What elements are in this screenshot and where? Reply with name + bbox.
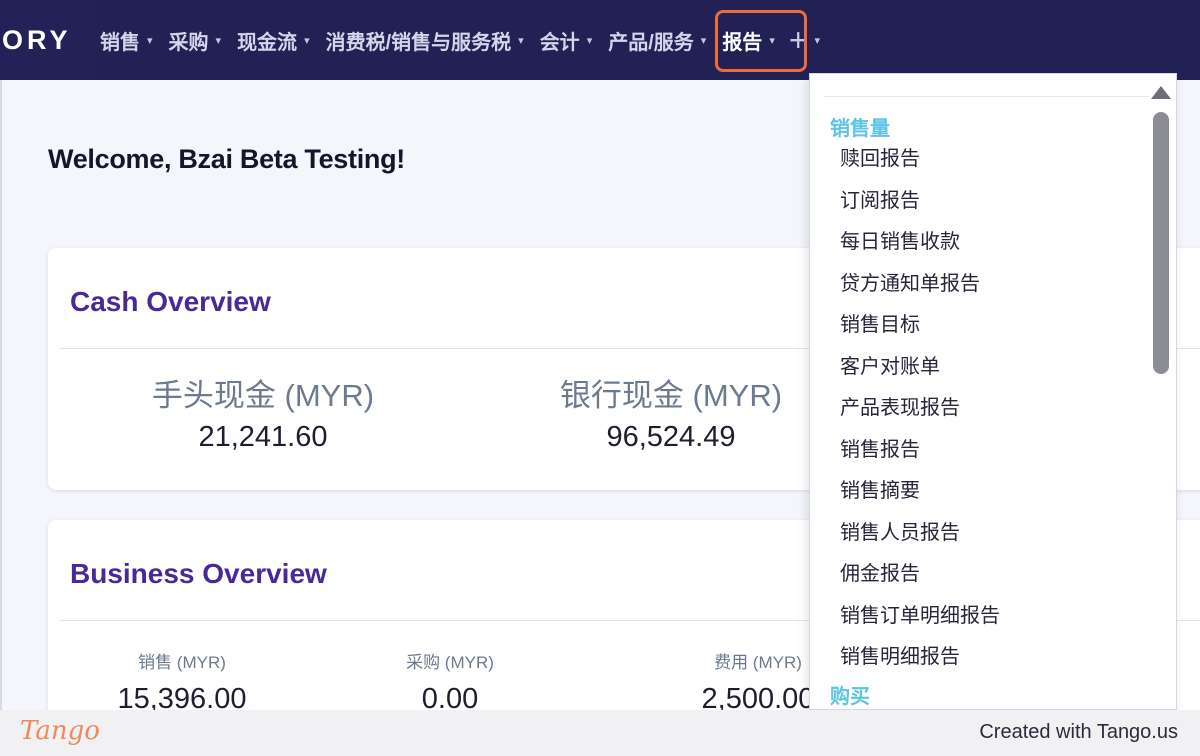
nav-item-reports[interactable]: 报告 ▾ — [714, 0, 808, 80]
nav-item-purchases[interactable]: 采购 ▾ — [161, 0, 230, 80]
menu-item-product-performance-report[interactable]: 产品表现报告 — [840, 395, 1000, 437]
metric-value: 96,524.49 — [606, 421, 736, 453]
nav-item-label: 会计 — [539, 31, 580, 54]
metric-label: 采购 (MYR) — [406, 653, 494, 672]
scrollbar-thumb[interactable] — [1153, 112, 1169, 374]
welcome-heading: Welcome, Bzai Beta Testing! — [48, 144, 405, 174]
card-title: Business Overview — [70, 558, 327, 589]
menu-item-daily-sales-collection[interactable]: 每日销售收款 — [840, 229, 1000, 271]
nav-item-label: 现金流 — [237, 31, 298, 54]
top-navigation-bar: ORY 销售 ▾ 采购 ▾ 现金流 ▾ 消费税/销售与服务税 ▾ 会计 ▾ 产品… — [0, 0, 1200, 80]
main-nav: 销售 ▾ 采购 ▾ 现金流 ▾ 消费税/销售与服务税 ▾ 会计 ▾ 产品/服务 … — [92, 0, 826, 80]
tango-footer: Tango Created with Tango.us — [0, 710, 1200, 756]
brand-logo[interactable]: ORY — [0, 0, 93, 80]
nav-item-products[interactable]: 产品/服务 ▾ — [600, 0, 714, 80]
sales-metric: 销售 (MYR) 15,396.00 — [102, 648, 262, 716]
menu-item-subscription-report[interactable]: 订阅报告 — [840, 188, 1000, 230]
chevron-down-icon: ▾ — [215, 34, 222, 47]
tango-logo: Tango — [20, 716, 100, 746]
menu-item-redemption-report[interactable]: 赎回报告 — [840, 146, 1000, 188]
reports-dropdown-menu: 销售量 赎回报告 订阅报告 每日销售收款 贷方通知单报告 销售目标 客户对账单 … — [809, 73, 1177, 710]
created-with-credit: Created with Tango.us — [979, 721, 1178, 743]
cash-in-bank-metric: 银行现金 (MYR) 96,524.49 — [556, 370, 786, 454]
menu-item-sales-order-detail-report[interactable]: 销售订单明细报告 — [840, 603, 1000, 645]
scroll-up-arrow-icon[interactable] — [1151, 86, 1171, 99]
card-title: Cash Overview — [70, 286, 271, 317]
nav-item-accounting[interactable]: 会计 ▾ — [532, 0, 601, 80]
metric-label: 银行现金 (MYR) — [559, 378, 783, 413]
nav-item-label: 采购 — [168, 31, 209, 54]
menu-item-sales-target[interactable]: 销售目标 — [840, 312, 1000, 354]
nav-item-tax[interactable]: 消费税/销售与服务税 ▾ — [318, 0, 532, 80]
menu-item-sales-report[interactable]: 销售报告 — [840, 437, 1000, 479]
nav-item-cashflow[interactable]: 现金流 ▾ — [229, 0, 318, 80]
menu-section-sales: 销售量 — [830, 118, 890, 140]
metric-label: 手头现金 (MYR) — [151, 378, 375, 413]
divider — [824, 96, 1148, 97]
chevron-down-icon: ▾ — [518, 34, 524, 47]
purchases-metric: 采购 (MYR) 0.00 — [370, 648, 530, 716]
chevron-down-icon: ▾ — [147, 34, 153, 47]
sales-report-list: 赎回报告 订阅报告 每日销售收款 贷方通知单报告 销售目标 客户对账单 产品表现… — [840, 146, 1000, 686]
menu-item-commission-report[interactable]: 佣金报告 — [840, 561, 1000, 603]
menu-item-salesperson-report[interactable]: 销售人员报告 — [840, 520, 1000, 562]
menu-item-customer-statement[interactable]: 客户对账单 — [840, 354, 1000, 396]
nav-item-label: 销售 — [100, 31, 140, 54]
menu-item-credit-note-report[interactable]: 贷方通知单报告 — [840, 271, 1000, 313]
metric-value: 21,241.60 — [198, 421, 328, 453]
cash-on-hand-metric: 手头现金 (MYR) 21,241.60 — [148, 370, 378, 454]
brand-logo-text: ORY — [2, 24, 72, 55]
chevron-down-icon: ▾ — [814, 34, 821, 47]
menu-section-purchases: 购买 — [830, 686, 870, 708]
metric-label: 销售 (MYR) — [138, 653, 226, 672]
menu-item-sales-summary[interactable]: 销售摘要 — [840, 478, 1000, 520]
nav-item-label: 产品/服务 — [608, 31, 694, 54]
nav-item-sales[interactable]: 销售 ▾ — [92, 0, 161, 80]
nav-item-label: 消费税/销售与服务税 — [325, 31, 512, 54]
highlight-box — [715, 10, 808, 72]
chevron-down-icon: ▾ — [700, 34, 707, 47]
chevron-down-icon: ▾ — [304, 34, 310, 47]
chevron-down-icon: ▾ — [586, 34, 593, 47]
